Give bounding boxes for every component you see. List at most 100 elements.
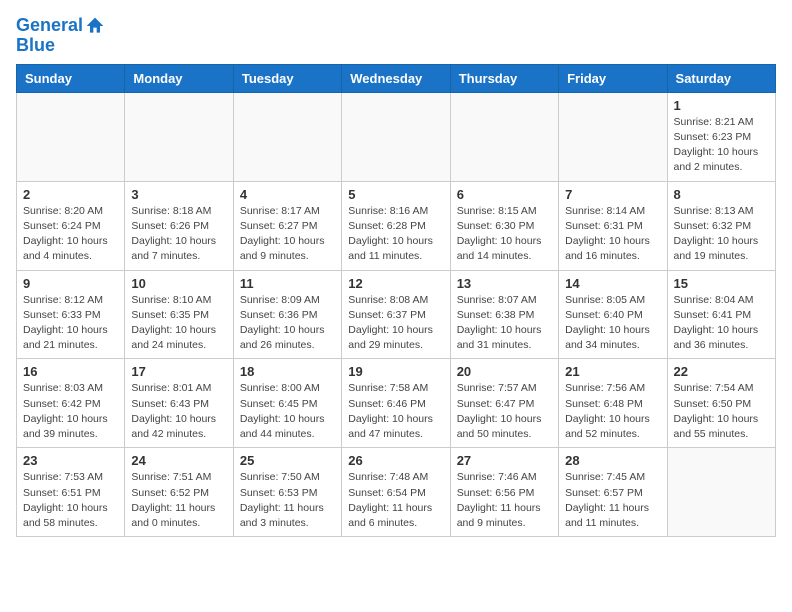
calendar-cell xyxy=(450,92,558,181)
day-info: Sunrise: 8:14 AM Sunset: 6:31 PM Dayligh… xyxy=(565,204,660,265)
weekday-header-thursday: Thursday xyxy=(450,64,558,92)
calendar-cell: 15 Sunrise: 8:04 AM Sunset: 6:41 PM Dayli… xyxy=(667,270,775,359)
calendar-cell xyxy=(17,92,125,181)
calendar-cell: 1 Sunrise: 8:21 AM Sunset: 6:23 PM Daylig… xyxy=(667,92,775,181)
calendar-cell xyxy=(667,448,775,537)
day-number: 1 xyxy=(674,98,769,113)
day-number: 10 xyxy=(131,276,226,291)
day-number: 26 xyxy=(348,453,443,468)
week-row-0: 1 Sunrise: 8:21 AM Sunset: 6:23 PM Daylig… xyxy=(17,92,776,181)
calendar-cell: 18Sunrise: 8:00 AM Sunset: 6:45 PM Dayli… xyxy=(233,359,341,448)
day-info: Sunrise: 7:51 AM Sunset: 6:52 PM Dayligh… xyxy=(131,470,226,531)
week-row-3: 16Sunrise: 8:03 AM Sunset: 6:42 PM Dayli… xyxy=(17,359,776,448)
day-info: Sunrise: 7:54 AM Sunset: 6:50 PM Dayligh… xyxy=(674,381,769,442)
calendar-cell: 21 Sunrise: 7:56 AM Sunset: 6:48 PM Dayli… xyxy=(559,359,667,448)
day-number: 7 xyxy=(565,187,660,202)
calendar-cell: 8 Sunrise: 8:13 AM Sunset: 6:32 PM Daylig… xyxy=(667,181,775,270)
calendar-cell: 27 Sunrise: 7:46 AM Sunset: 6:56 PM Dayli… xyxy=(450,448,558,537)
calendar-cell: 24 Sunrise: 7:51 AM Sunset: 6:52 PM Dayli… xyxy=(125,448,233,537)
day-info: Sunrise: 8:12 AM Sunset: 6:33 PM Dayligh… xyxy=(23,293,118,354)
calendar-cell xyxy=(342,92,450,181)
day-info: Sunrise: 8:17 AM Sunset: 6:27 PM Dayligh… xyxy=(240,204,335,265)
calendar-cell: 28 Sunrise: 7:45 AM Sunset: 6:57 PM Dayli… xyxy=(559,448,667,537)
weekday-header-wednesday: Wednesday xyxy=(342,64,450,92)
day-number: 15 xyxy=(674,276,769,291)
week-row-4: 23Sunrise: 7:53 AM Sunset: 6:51 PM Dayli… xyxy=(17,448,776,537)
day-number: 19 xyxy=(348,364,443,379)
calendar-cell: 9 Sunrise: 8:12 AM Sunset: 6:33 PM Daylig… xyxy=(17,270,125,359)
day-number: 3 xyxy=(131,187,226,202)
calendar-cell xyxy=(559,92,667,181)
calendar-cell: 14 Sunrise: 8:05 AM Sunset: 6:40 PM Dayli… xyxy=(559,270,667,359)
day-number: 20 xyxy=(457,364,552,379)
calendar-cell: 11 Sunrise: 8:09 AM Sunset: 6:36 PM Dayli… xyxy=(233,270,341,359)
logo: General Blue xyxy=(16,16,105,56)
day-number: 13 xyxy=(457,276,552,291)
week-row-1: 2Sunrise: 8:20 AM Sunset: 6:24 PM Daylig… xyxy=(17,181,776,270)
weekday-header-friday: Friday xyxy=(559,64,667,92)
calendar-cell: 19 Sunrise: 7:58 AM Sunset: 6:46 PM Dayli… xyxy=(342,359,450,448)
logo-text: General xyxy=(16,16,83,36)
calendar-cell: 23Sunrise: 7:53 AM Sunset: 6:51 PM Dayli… xyxy=(17,448,125,537)
weekday-header-tuesday: Tuesday xyxy=(233,64,341,92)
day-number: 27 xyxy=(457,453,552,468)
day-number: 25 xyxy=(240,453,335,468)
day-info: Sunrise: 8:05 AM Sunset: 6:40 PM Dayligh… xyxy=(565,293,660,354)
day-number: 9 xyxy=(23,276,118,291)
day-number: 23 xyxy=(23,453,118,468)
day-info: Sunrise: 8:04 AM Sunset: 6:41 PM Dayligh… xyxy=(674,293,769,354)
day-info: Sunrise: 7:45 AM Sunset: 6:57 PM Dayligh… xyxy=(565,470,660,531)
day-number: 22 xyxy=(674,364,769,379)
calendar-cell: 22 Sunrise: 7:54 AM Sunset: 6:50 PM Dayli… xyxy=(667,359,775,448)
day-info: Sunrise: 8:18 AM Sunset: 6:26 PM Dayligh… xyxy=(131,204,226,265)
day-info: Sunrise: 8:07 AM Sunset: 6:38 PM Dayligh… xyxy=(457,293,552,354)
day-number: 11 xyxy=(240,276,335,291)
day-info: Sunrise: 7:48 AM Sunset: 6:54 PM Dayligh… xyxy=(348,470,443,531)
calendar-cell: 20 Sunrise: 7:57 AM Sunset: 6:47 PM Dayli… xyxy=(450,359,558,448)
day-number: 28 xyxy=(565,453,660,468)
calendar-cell: 25Sunrise: 7:50 AM Sunset: 6:53 PM Dayli… xyxy=(233,448,341,537)
day-number: 14 xyxy=(565,276,660,291)
day-number: 2 xyxy=(23,187,118,202)
day-info: Sunrise: 8:08 AM Sunset: 6:37 PM Dayligh… xyxy=(348,293,443,354)
day-info: Sunrise: 7:57 AM Sunset: 6:47 PM Dayligh… xyxy=(457,381,552,442)
page: General Blue SundayMondayTuesdayWednesda… xyxy=(0,0,792,553)
day-number: 24 xyxy=(131,453,226,468)
header: General Blue xyxy=(16,16,776,56)
day-info: Sunrise: 8:10 AM Sunset: 6:35 PM Dayligh… xyxy=(131,293,226,354)
calendar-cell: 3 Sunrise: 8:18 AM Sunset: 6:26 PM Daylig… xyxy=(125,181,233,270)
day-info: Sunrise: 8:03 AM Sunset: 6:42 PM Dayligh… xyxy=(23,381,118,442)
day-info: Sunrise: 7:56 AM Sunset: 6:48 PM Dayligh… xyxy=(565,381,660,442)
calendar-cell: 7 Sunrise: 8:14 AM Sunset: 6:31 PM Daylig… xyxy=(559,181,667,270)
calendar-cell: 2Sunrise: 8:20 AM Sunset: 6:24 PM Daylig… xyxy=(17,181,125,270)
day-number: 12 xyxy=(348,276,443,291)
day-info: Sunrise: 8:16 AM Sunset: 6:28 PM Dayligh… xyxy=(348,204,443,265)
day-info: Sunrise: 8:13 AM Sunset: 6:32 PM Dayligh… xyxy=(674,204,769,265)
day-info: Sunrise: 8:09 AM Sunset: 6:36 PM Dayligh… xyxy=(240,293,335,354)
day-number: 6 xyxy=(457,187,552,202)
week-row-2: 9 Sunrise: 8:12 AM Sunset: 6:33 PM Daylig… xyxy=(17,270,776,359)
weekday-header-monday: Monday xyxy=(125,64,233,92)
day-info: Sunrise: 7:46 AM Sunset: 6:56 PM Dayligh… xyxy=(457,470,552,531)
day-info: Sunrise: 8:15 AM Sunset: 6:30 PM Dayligh… xyxy=(457,204,552,265)
weekday-header-sunday: Sunday xyxy=(17,64,125,92)
logo-blue: Blue xyxy=(16,36,105,56)
day-number: 21 xyxy=(565,364,660,379)
day-info: Sunrise: 8:21 AM Sunset: 6:23 PM Dayligh… xyxy=(674,115,769,176)
day-info: Sunrise: 8:01 AM Sunset: 6:43 PM Dayligh… xyxy=(131,381,226,442)
calendar-cell: 5 Sunrise: 8:16 AM Sunset: 6:28 PM Daylig… xyxy=(342,181,450,270)
day-info: Sunrise: 8:00 AM Sunset: 6:45 PM Dayligh… xyxy=(240,381,335,442)
day-info: Sunrise: 7:58 AM Sunset: 6:46 PM Dayligh… xyxy=(348,381,443,442)
calendar-cell: 6 Sunrise: 8:15 AM Sunset: 6:30 PM Daylig… xyxy=(450,181,558,270)
calendar: SundayMondayTuesdayWednesdayThursdayFrid… xyxy=(16,64,776,537)
calendar-cell: 26 Sunrise: 7:48 AM Sunset: 6:54 PM Dayli… xyxy=(342,448,450,537)
day-number: 17 xyxy=(131,364,226,379)
day-number: 5 xyxy=(348,187,443,202)
calendar-cell: 4Sunrise: 8:17 AM Sunset: 6:27 PM Daylig… xyxy=(233,181,341,270)
calendar-cell: 10 Sunrise: 8:10 AM Sunset: 6:35 PM Dayli… xyxy=(125,270,233,359)
day-number: 8 xyxy=(674,187,769,202)
calendar-cell: 13 Sunrise: 8:07 AM Sunset: 6:38 PM Dayli… xyxy=(450,270,558,359)
calendar-cell: 12 Sunrise: 8:08 AM Sunset: 6:37 PM Dayli… xyxy=(342,270,450,359)
calendar-cell xyxy=(125,92,233,181)
calendar-cell xyxy=(233,92,341,181)
